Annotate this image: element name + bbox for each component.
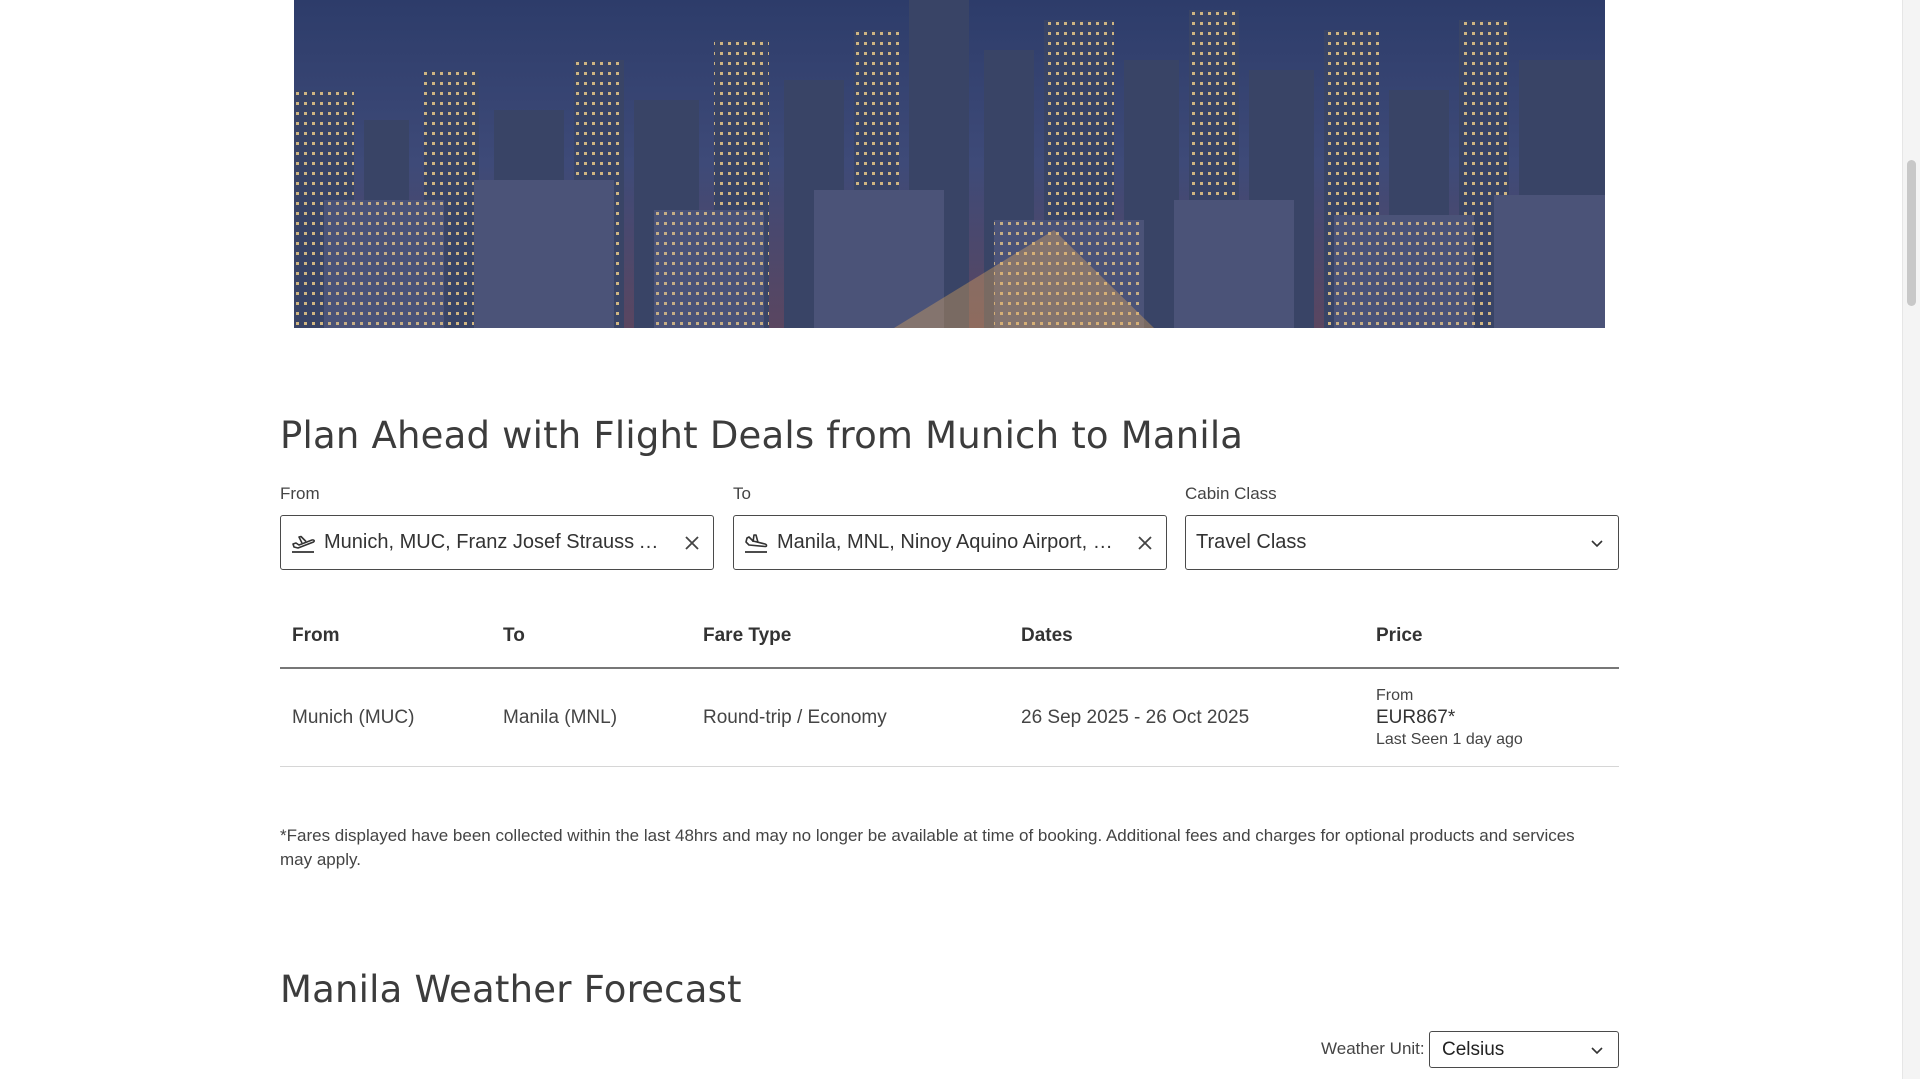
- weather-unit-value: Celsius: [1442, 1038, 1505, 1060]
- cell-to: Manila (MNL): [491, 668, 691, 767]
- from-airport-input[interactable]: Munich, MUC, Franz Josef Strauss Airport…: [280, 515, 714, 570]
- cabin-class-label: Cabin Class: [1185, 484, 1277, 503]
- table-row[interactable]: Munich (MUC) Manila (MNL) Round-trip / E…: [280, 668, 1619, 767]
- last-seen-text: Last Seen 1 day ago: [1376, 730, 1523, 748]
- city-skyline-illustration: [294, 0, 1605, 328]
- plane-arrival-icon: [745, 533, 768, 553]
- weather-section-title: Manila Weather Forecast: [280, 968, 742, 1011]
- scrollbar-thumb[interactable]: [1907, 160, 1916, 306]
- column-header-dates: Dates: [1009, 605, 1364, 669]
- column-header-price: Price: [1364, 605, 1619, 669]
- cell-fare-type: Round-trip / Economy: [691, 668, 1009, 767]
- page-title: Plan Ahead with Flight Deals from Munich…: [280, 414, 1244, 457]
- price-prefix: From: [1376, 686, 1414, 704]
- vertical-scrollbar[interactable]: [1902, 0, 1920, 1079]
- from-airport-value: Munich, MUC, Franz Josef Strauss Airport…: [324, 531, 669, 553]
- cell-from: Munich (MUC): [280, 668, 491, 767]
- cell-price: From EUR867* Last Seen 1 day ago: [1364, 668, 1619, 767]
- to-airport-input[interactable]: Manila, MNL, Ninoy Aquino Airport, Phili…: [733, 515, 1167, 570]
- close-icon[interactable]: [1136, 534, 1154, 552]
- weather-unit-label: Weather Unit:: [1321, 1039, 1425, 1058]
- cabin-class-value: Travel Class: [1196, 531, 1307, 553]
- chevron-down-icon: [1591, 539, 1603, 547]
- plane-departure-icon: [292, 535, 316, 553]
- hero-image-manila-skyline: [294, 0, 1605, 328]
- column-header-fare-type: Fare Type: [691, 605, 1009, 669]
- flight-deals-table: From To Fare Type Dates Price Munich (MU…: [280, 605, 1619, 767]
- to-airport-value: Manila, MNL, Ninoy Aquino Airport, Phili…: [777, 531, 1122, 553]
- from-label: From: [280, 484, 320, 503]
- weather-unit-select[interactable]: Celsius: [1429, 1031, 1619, 1068]
- column-header-to: To: [491, 605, 691, 669]
- to-label: To: [733, 484, 751, 503]
- price-value: EUR867*: [1376, 706, 1456, 728]
- cabin-class-select[interactable]: Travel Class: [1185, 515, 1619, 570]
- chevron-down-icon: [1591, 1046, 1603, 1054]
- table-header-row: From To Fare Type Dates Price: [280, 605, 1619, 669]
- fare-disclaimer: *Fares displayed have been collected wit…: [280, 826, 1575, 869]
- column-header-from: From: [280, 605, 491, 669]
- cell-dates: 26 Sep 2025 - 26 Oct 2025: [1009, 668, 1364, 767]
- close-icon[interactable]: [683, 534, 701, 552]
